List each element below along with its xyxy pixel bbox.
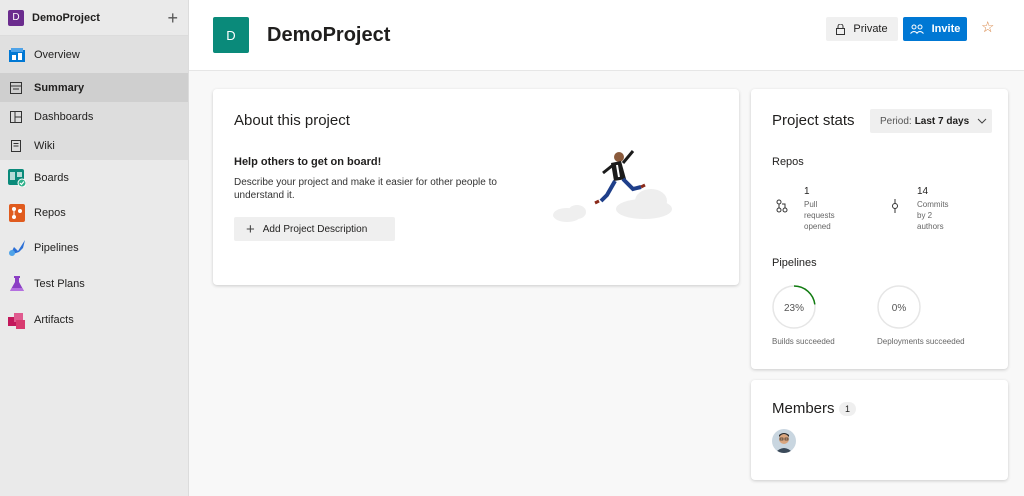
stats-title: Project stats <box>772 112 855 129</box>
member-avatar[interactable] <box>772 429 796 453</box>
commit-count: 14 <box>917 186 929 197</box>
sidebar-item-pipelines[interactable]: Pipelines <box>0 230 188 266</box>
members-count-badge: 1 <box>839 402 857 416</box>
add-description-label: Add Project Description <box>262 223 368 235</box>
about-project-card: About this project Help others to get on… <box>213 89 739 285</box>
commits-stat[interactable]: 14 Commits by 2 authors <box>885 186 957 232</box>
sidebar-item-label: Boards <box>34 172 69 184</box>
invite-button[interactable]: Invite <box>903 17 967 41</box>
sidebar-item-label: Dashboards <box>34 110 94 123</box>
test-plans-icon <box>8 275 26 293</box>
sidebar-item-dashboards[interactable]: Dashboards <box>0 102 188 131</box>
members-title: Members <box>772 400 835 417</box>
sidebar-item-wiki[interactable]: Wiki <box>0 131 188 160</box>
project-stats-card: Project stats Period: Last 7 days Repos … <box>751 89 1008 369</box>
commit-icon <box>885 196 905 216</box>
page-title: DemoProject <box>267 24 391 46</box>
boards-icon <box>8 169 26 187</box>
private-button[interactable]: Private <box>826 17 898 41</box>
pull-requests-stat[interactable]: 1 Pull requests opened <box>772 186 844 232</box>
overview-icon <box>8 46 26 64</box>
builds-caption: Builds succeeded <box>772 337 835 346</box>
period-label: Period: <box>880 115 912 127</box>
chevron-down-icon <box>977 116 987 126</box>
sidebar-item-label: Pipelines <box>34 242 79 254</box>
commit-caption: Commits by 2 authors <box>917 200 949 231</box>
pipelines-icon <box>8 239 26 257</box>
jumping-person-illustration <box>553 150 672 222</box>
period-dropdown[interactable]: Period: Last 7 days <box>870 109 992 133</box>
sidebar-header: D DemoProject + <box>0 0 188 36</box>
about-help-text: Help others to get on board! <box>234 156 382 168</box>
repos-section-title: Repos <box>772 156 804 168</box>
add-project-description-button[interactable]: + Add Project Description <box>234 217 395 241</box>
plus-icon[interactable]: + <box>167 9 178 27</box>
builds-percent: 23% <box>784 303 804 314</box>
about-description: Describe your project and make it easier… <box>234 177 497 201</box>
builds-succeeded-ring[interactable]: 23% <box>772 285 816 329</box>
sidebar-item-artifacts[interactable]: Artifacts <box>0 302 188 338</box>
dashboards-icon <box>8 109 24 125</box>
deployments-caption: Deployments succeeded <box>877 337 965 346</box>
period-value: Last 7 days <box>914 115 970 127</box>
summary-icon <box>8 80 24 96</box>
pull-request-icon <box>772 196 792 216</box>
deployments-succeeded-ring[interactable]: 0% <box>877 285 921 329</box>
sidebar-item-label: Summary <box>34 81 85 94</box>
artifacts-icon <box>8 311 26 329</box>
sidebar: D DemoProject + Overview Summary Dashboa… <box>0 0 189 496</box>
project-avatar: D <box>213 17 249 53</box>
plus-icon: + <box>246 220 255 238</box>
private-label: Private <box>853 23 888 35</box>
project-badge[interactable]: D <box>8 9 24 26</box>
favorite-star-icon[interactable]: ☆ <box>981 18 994 36</box>
repos-icon <box>8 204 26 222</box>
members-card: Members 1 <box>751 380 1008 480</box>
sidebar-item-repos[interactable]: Repos <box>0 196 188 230</box>
pr-count: 1 <box>804 186 810 197</box>
sidebar-item-label: Wiki <box>34 139 55 152</box>
lock-icon <box>836 23 846 35</box>
wiki-icon <box>8 138 24 154</box>
about-title: About this project <box>234 112 350 129</box>
deployments-percent: 0% <box>892 303 907 314</box>
sidebar-item-label: Overview <box>34 48 80 61</box>
pr-caption: Pull requests opened <box>804 200 835 231</box>
invite-label: Invite <box>931 23 961 35</box>
sidebar-item-summary[interactable]: Summary <box>0 73 188 102</box>
pipelines-section-title: Pipelines <box>772 257 817 269</box>
sidebar-item-boards[interactable]: Boards <box>0 160 188 196</box>
sidebar-item-label: Artifacts <box>34 314 74 326</box>
sidebar-item-overview[interactable]: Overview <box>0 36 188 73</box>
sidebar-item-test-plans[interactable]: Test Plans <box>0 266 188 302</box>
sidebar-item-label: Test Plans <box>34 278 85 290</box>
project-name[interactable]: DemoProject <box>32 12 167 24</box>
sidebar-item-label: Repos <box>34 207 66 219</box>
invite-icon <box>909 24 924 34</box>
page-header: D DemoProject Private Invite ☆ <box>189 0 1024 71</box>
